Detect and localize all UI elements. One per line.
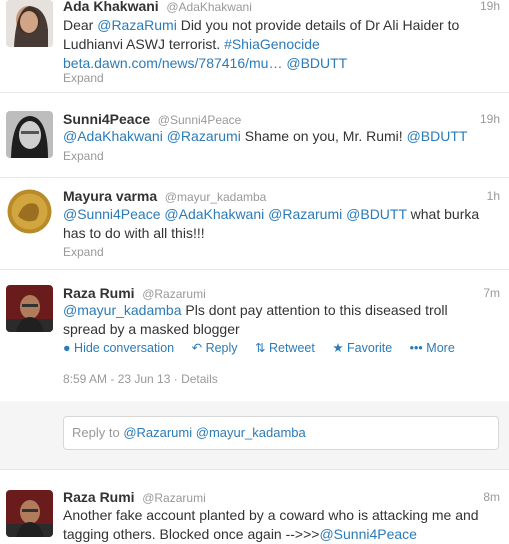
- tweet-text: @mayur_kadamba Pls dont pay attention to…: [63, 301, 493, 339]
- mention-link[interactable]: @Razarumi: [268, 206, 342, 222]
- tweet-timestamp[interactable]: 1h: [487, 189, 500, 203]
- tweet-text-segment: Dear: [63, 17, 98, 33]
- author-handle[interactable]: @Sunni4Peace: [158, 113, 242, 127]
- author-name[interactable]: Ada Khakwani: [63, 0, 159, 14]
- tweet-item[interactable]: Sunni4Peace @Sunni4Peace 19h @AdaKhakwan…: [0, 93, 509, 178]
- tweet-text: @AdaKhakwani @Razarumi Shame on you, Mr.…: [63, 127, 493, 146]
- mention-link[interactable]: @Sunni4Peace: [63, 206, 161, 222]
- url-link[interactable]: beta.dawn.com/news/787416/mu…: [63, 55, 282, 71]
- tweet-text: @Sunni4Peace @AdaKhakwani @Razarumi @BDU…: [63, 205, 493, 243]
- avatar-image: [6, 490, 53, 537]
- reply-input[interactable]: Reply to @Razarumi @mayur_kadamba: [63, 416, 499, 450]
- author-name[interactable]: Raza Rumi: [63, 489, 135, 505]
- mention-link[interactable]: @BDUTT: [286, 55, 347, 71]
- avatar-image: [6, 0, 53, 47]
- expand-link[interactable]: Expand: [63, 245, 104, 259]
- expand-link[interactable]: Expand: [63, 149, 104, 163]
- tweet-item[interactable]: Raza Rumi @Razarumi 8m Another fake acco…: [0, 469, 509, 542]
- author-name[interactable]: Raza Rumi: [63, 285, 135, 301]
- star-icon: ★: [332, 341, 344, 355]
- speech-bubble-icon: ●: [63, 341, 71, 355]
- tweet-timestamp[interactable]: 19h: [480, 0, 500, 13]
- tweet-meta: 8:59 AM - 23 Jun 13 · Details: [63, 372, 218, 386]
- avatar-image: [6, 285, 53, 332]
- retweet-icon: ⇅: [255, 341, 266, 355]
- avatar[interactable]: [6, 285, 53, 332]
- reply-button[interactable]: ↶ Reply: [192, 341, 238, 355]
- mention-link[interactable]: @Sunni4Peace: [319, 526, 417, 542]
- mention-link[interactable]: @AdaKhakwani: [164, 206, 264, 222]
- retweet-button[interactable]: ⇅ Retweet: [255, 341, 315, 355]
- tweet-item[interactable]: Mayura varma @mayur_kadamba 1h @Sunni4Pe…: [0, 178, 509, 270]
- reply-section: Reply to @Razarumi @mayur_kadamba: [0, 401, 509, 470]
- author-handle[interactable]: @Razarumi: [142, 287, 206, 301]
- favorite-button[interactable]: ★ Favorite: [332, 341, 392, 355]
- mention-link[interactable]: @RazaRumi: [97, 17, 177, 33]
- tweet-timestamp[interactable]: 8m: [483, 490, 500, 504]
- mention-link[interactable]: @BDUTT: [407, 128, 468, 144]
- hide-conversation-button[interactable]: ● Hide conversation: [63, 341, 174, 355]
- more-button[interactable]: ••• More: [410, 341, 455, 355]
- author-name[interactable]: Mayura varma: [63, 188, 157, 204]
- mention-link[interactable]: @mayur_kadamba: [63, 302, 182, 318]
- author-name[interactable]: Sunni4Peace: [63, 111, 150, 127]
- author-handle[interactable]: @Razarumi: [142, 491, 206, 505]
- avatar[interactable]: [6, 111, 53, 158]
- avatar[interactable]: [6, 490, 53, 537]
- mention-link[interactable]: @Razarumi: [167, 128, 241, 144]
- avatar-image: [6, 111, 53, 158]
- mention-link[interactable]: @BDUTT: [346, 206, 407, 222]
- tweet-text-segment: Shame on you, Mr. Rumi!: [240, 128, 407, 144]
- reply-mentions: @Razarumi @mayur_kadamba: [123, 425, 306, 440]
- tweet-actions: ● Hide conversation ↶ Reply ⇅ Retweet ★ …: [63, 340, 469, 355]
- tweet-timestamp[interactable]: 19h: [480, 112, 500, 126]
- hashtag-link[interactable]: #ShiaGenocide: [224, 36, 320, 52]
- tweet-timestamp[interactable]: 7m: [483, 286, 500, 300]
- avatar-image: [6, 188, 53, 235]
- avatar[interactable]: [6, 188, 53, 235]
- reply-icon: ↶: [191, 341, 203, 355]
- author-handle[interactable]: @AdaKhakwani: [166, 0, 252, 14]
- expand-link[interactable]: Expand: [63, 71, 104, 85]
- avatar[interactable]: [6, 0, 53, 47]
- dots-icon: •••: [409, 341, 423, 355]
- tweet-item[interactable]: Ada Khakwani @AdaKhakwani 19h Dear @Raza…: [0, 0, 509, 93]
- tweet-text: Dear @RazaRumi Did you not provide detai…: [63, 16, 493, 73]
- author-handle[interactable]: @mayur_kadamba: [165, 190, 267, 204]
- mention-link[interactable]: @AdaKhakwani: [63, 128, 163, 144]
- tweet-text: Another fake account planted by a coward…: [63, 506, 493, 544]
- tweet-item[interactable]: Raza Rumi @Razarumi 7m @mayur_kadamba Pl…: [0, 270, 509, 401]
